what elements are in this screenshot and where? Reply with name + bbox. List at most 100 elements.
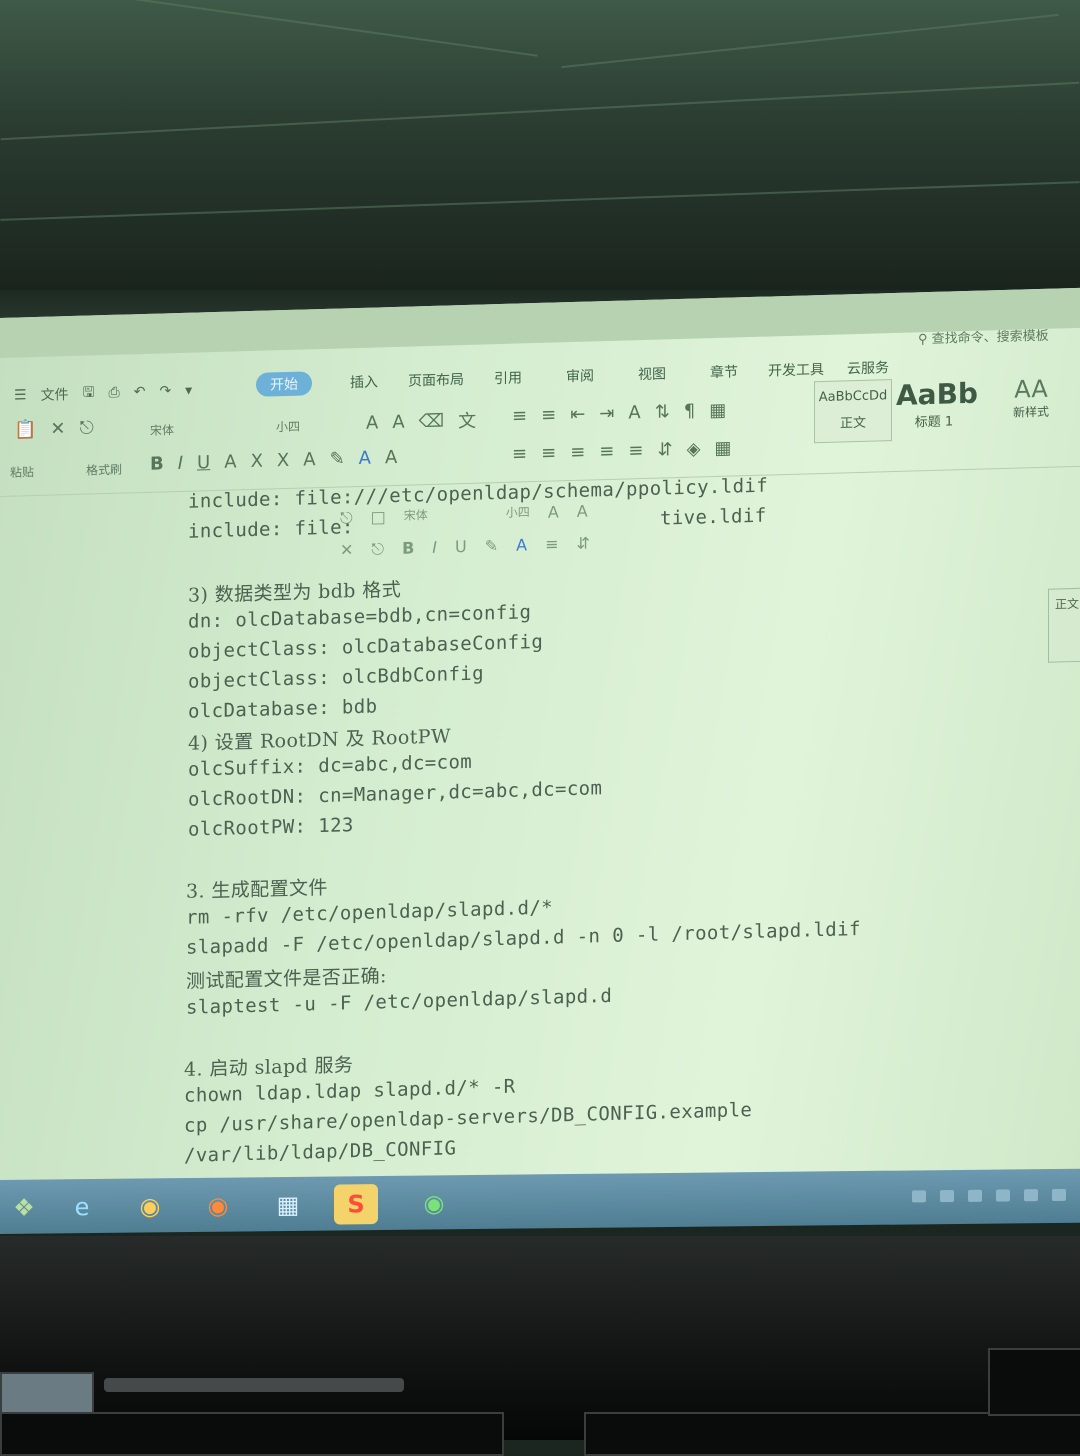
tab-insert[interactable]: 插入 <box>328 371 400 393</box>
format-icon[interactable]: □ <box>371 507 386 527</box>
start-orb-icon[interactable]: ❖ <box>0 1187 48 1228</box>
grow-font-icon[interactable]: A <box>366 412 378 433</box>
bold-icon[interactable]: B <box>150 453 164 474</box>
doc-line: cp /usr/share/openldap-servers/DB_CONFIG… <box>184 1098 753 1137</box>
firefox-icon[interactable]: ◉ <box>194 1185 242 1226</box>
tab-section[interactable]: 章节 <box>688 361 760 383</box>
file-menu[interactable]: 文件 <box>41 384 69 405</box>
align-left-icon[interactable]: ≡ <box>512 443 527 464</box>
command-search[interactable]: ⚲ 查找命令、搜索模板 <box>918 325 1049 348</box>
new-style-button[interactable]: AA 新样式 <box>996 374 1066 436</box>
cut-icon[interactable]: ✕ <box>50 418 65 439</box>
shading-icon[interactable]: ◈ <box>687 438 701 459</box>
grow-font-icon[interactable]: A <box>548 502 559 522</box>
wps-icon[interactable]: S <box>334 1184 378 1225</box>
tray-icon[interactable] <box>912 1190 926 1203</box>
align-icon[interactable]: ≡ <box>545 534 558 554</box>
underline-icon[interactable]: U <box>197 452 210 473</box>
numbered-list-icon[interactable]: ≡ <box>541 404 556 425</box>
table-border-icon[interactable]: ▦ <box>709 400 726 421</box>
decrease-indent-icon[interactable]: ⇤ <box>570 404 585 425</box>
doc-line: olcRootDN: cn=Manager,dc=abc,dc=com <box>188 777 603 811</box>
tray-icon[interactable] <box>968 1189 982 1202</box>
style-normal[interactable]: AaBbCcDd 正文 <box>814 379 892 444</box>
style-heading-1[interactable]: AaBb 标题 1 <box>896 376 978 439</box>
line-spacing-icon[interactable]: ⇵ <box>576 534 589 554</box>
print-icon[interactable]: ⎙ <box>109 385 120 401</box>
doc-line: 4) 设置 RootDN 及 RootPW <box>188 725 451 755</box>
tab-home[interactable]: 开始 <box>256 371 312 397</box>
char-border-icon[interactable]: A <box>385 447 397 468</box>
align-right-icon[interactable]: ≡ <box>570 442 585 463</box>
redo-icon[interactable]: ↷ <box>159 383 171 399</box>
undo-icon[interactable]: ↶ <box>134 384 146 400</box>
tab-view[interactable]: 视图 <box>616 363 688 385</box>
copy-icon[interactable]: ⎋ <box>340 508 353 528</box>
document-page[interactable]: include: file:///etc/openldap/schema/ppo… <box>0 458 1080 1188</box>
style-heading-preview: AaBb <box>896 376 978 412</box>
italic-icon[interactable]: I <box>178 453 183 474</box>
tab-review[interactable]: 审阅 <box>544 365 616 387</box>
italic-icon[interactable]: I <box>432 538 437 558</box>
strikethrough-icon[interactable]: A <box>224 451 236 472</box>
text-effect-icon[interactable]: A <box>303 449 315 470</box>
ceiling-tile <box>561 13 1059 69</box>
justify-icon[interactable]: ≡ <box>599 441 614 462</box>
font-color-icon[interactable]: A <box>359 448 371 469</box>
paste-label[interactable]: 粘贴 <box>10 463 34 481</box>
superscript-icon[interactable]: X <box>251 451 263 472</box>
monitor-screen <box>0 1372 94 1416</box>
shrink-font-icon[interactable]: A <box>392 411 404 432</box>
chinese-layout-icon[interactable]: A <box>628 402 640 423</box>
save-icon[interactable]: 🖫 <box>83 381 95 405</box>
clipboard-group: 📋 ✕ ⎋ <box>14 417 94 440</box>
new-style-label: 新样式 <box>1012 404 1049 420</box>
taskbar: ❖ e ◉ ◉ ▦ S ◉ <box>0 1168 1080 1234</box>
chrome-icon[interactable]: ◉ <box>126 1186 174 1227</box>
network-icon[interactable] <box>1024 1189 1038 1202</box>
tray-icon[interactable] <box>940 1190 954 1203</box>
increase-indent-icon[interactable]: ⇥ <box>599 403 614 424</box>
paste-icon[interactable]: 📋 <box>14 419 36 441</box>
subscript-icon[interactable]: X <box>277 450 289 471</box>
mini-font-size[interactable]: 小四 <box>506 503 530 524</box>
borders-icon[interactable]: ▦ <box>714 438 731 459</box>
bold-icon[interactable]: B <box>402 538 414 558</box>
chevron-down-icon[interactable]: ▾ <box>185 383 192 399</box>
underline-icon[interactable]: U <box>455 537 467 557</box>
sort-icon[interactable]: ⇅ <box>655 401 670 422</box>
ceiling-tile <box>0 181 1080 221</box>
volume-icon[interactable] <box>1052 1188 1066 1201</box>
bullet-list-icon[interactable]: ≡ <box>512 405 527 426</box>
doc-line: tive.ldif <box>660 504 767 530</box>
tray-icon[interactable] <box>996 1189 1010 1202</box>
font-name-select[interactable]: 宋体 <box>150 421 174 439</box>
line-spacing-icon[interactable]: ⇵ <box>657 439 672 460</box>
explorer-icon[interactable]: ▦ <box>264 1185 312 1226</box>
highlight-icon[interactable]: ✎ <box>485 536 498 556</box>
shrink-font-icon[interactable]: A <box>577 502 588 522</box>
font-size-select[interactable]: 小四 <box>276 418 300 436</box>
highlight-icon[interactable]: ✎ <box>330 448 345 469</box>
menu-icon[interactable]: ☰ <box>14 387 27 403</box>
mini-font-name[interactable]: 宋体 <box>404 506 428 527</box>
format-painter-icon[interactable]: ⎋ <box>371 539 384 559</box>
tab-page-layout[interactable]: 页面布局 <box>400 369 472 391</box>
doc-line: 测试配置文件是否正确: <box>186 965 387 993</box>
cut-icon[interactable]: ✕ <box>340 540 353 560</box>
phonetic-icon[interactable]: 文 <box>458 407 476 434</box>
style-side-panel[interactable]: 正文 <box>1048 587 1080 663</box>
show-marks-icon[interactable]: ¶ <box>684 401 695 422</box>
doc-line: objectClass: olcBdbConfig <box>188 662 484 693</box>
tab-cloud[interactable]: 云服务 <box>832 357 904 379</box>
clear-format-icon[interactable]: ⌫ <box>419 410 444 432</box>
font-color-icon[interactable]: A <box>516 535 527 555</box>
tab-developer[interactable]: 开发工具 <box>760 359 832 381</box>
align-center-icon[interactable]: ≡ <box>541 442 556 463</box>
ie-icon[interactable]: e <box>58 1187 106 1228</box>
copy-icon[interactable]: ⎋ <box>80 417 94 438</box>
format-painter-button[interactable]: 格式刷 <box>86 461 122 479</box>
globe-icon[interactable]: ◉ <box>410 1183 458 1224</box>
distributed-icon[interactable]: ≡ <box>628 440 643 461</box>
tab-references[interactable]: 引用 <box>472 367 544 389</box>
